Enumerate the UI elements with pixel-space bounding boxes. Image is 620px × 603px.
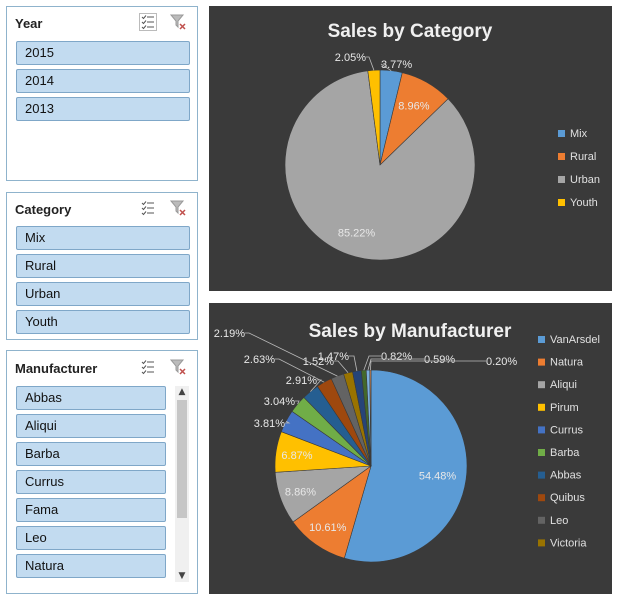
slicer-item-2014[interactable]: 2014 [16,69,190,93]
sales-by-manufacturer-svg: Sales by Manufacturer 54.48% 10.61% 8.86% 6… [214,321,600,563]
legend-item-abbas[interactable]: Abbas [550,470,582,482]
sales-by-category-chart: Sales by Category 3.77% 8.96% 85.22% 2.05% M… [209,6,612,291]
leader-line-pomum [349,355,358,372]
data-label-pirum: 6.87% [281,450,312,462]
legend-item-mix[interactable]: Mix [570,128,588,140]
manufacturer-slicer: Manufacturer Abbas Aliqui Barba Currus F… [6,350,198,594]
scroll-down-arrow-icon[interactable]: ▼ [175,570,189,582]
legend-item-barba[interactable]: Barba [550,447,580,459]
data-label-salvus: 0.59% [424,354,455,366]
legend-swatch-vanarsdel [538,336,545,343]
multi-select-icon[interactable] [139,358,157,376]
scroll-up-arrow-icon[interactable]: ▲ [175,386,189,398]
slicer-item-aliqui[interactable]: Aliqui [16,414,166,438]
data-label-quibus: 2.63% [244,354,275,366]
category-slicer: Category Mix Rural Urban Youth [6,192,198,340]
slicer-item-fama[interactable]: Fama [16,498,166,522]
leader-line-youth [366,56,375,71]
slicer-item-urban[interactable]: Urban [16,282,190,306]
legend-item-currus[interactable]: Currus [550,424,584,436]
legend-item-rural[interactable]: Rural [570,151,596,163]
data-label-vanarsdel: 54.48% [419,470,457,482]
data-label-leo: 2.19% [214,328,245,340]
data-label-aliqui: 8.86% [285,486,316,498]
legend-swatch-barba [538,449,545,456]
legend-item-quibus[interactable]: Quibus [550,492,585,504]
data-label-natura: 10.61% [309,522,347,534]
legend-swatch-quibus [538,494,545,502]
slicer-item-rural[interactable]: Rural [16,254,190,278]
legend-item-vanarsdel[interactable]: VanArsdel [550,334,600,346]
leader-line-fama [363,355,381,371]
legend-item-aliqui[interactable]: Aliqui [550,379,577,391]
slicer-item-currus[interactable]: Currus [16,470,166,494]
data-label-pomum: 1.47% [318,351,349,363]
slicer-item-leo[interactable]: Leo [16,526,166,550]
legend-item-victoria[interactable]: Victoria [550,537,587,549]
clear-filter-icon[interactable] [169,199,187,217]
year-slicer: Year 2015 2014 2013 [6,6,198,181]
data-label-mix: 3.77% [381,59,412,71]
legend-item-youth[interactable]: Youth [570,197,598,209]
data-label-urban: 85.22% [338,227,376,239]
legend-item-pirum[interactable]: Pirum [550,402,579,414]
data-label-abbas: 2.91% [286,375,317,387]
data-label-currus: 3.81% [254,418,285,430]
legend-swatch-aliqui [538,381,545,389]
slicer-item-youth[interactable]: Youth [16,310,190,334]
data-label-palma: 0.20% [486,356,517,368]
chart-title: Sales by Category [328,21,493,42]
chart-title: Sales by Manufacturer [309,321,512,342]
data-label-youth: 2.05% [335,52,366,64]
slicer-item-mix[interactable]: Mix [16,226,190,250]
clear-filter-icon[interactable] [169,358,187,376]
multi-select-icon[interactable] [139,13,157,31]
legend-swatch-pirum [538,403,545,411]
category-slicer-title: Category [15,202,72,217]
sales-by-category-svg: Sales by Category 3.77% 8.96% 85.22% 2.05% M… [284,21,600,261]
legend-swatch-leo [538,516,545,524]
legend-swatch-mix [558,130,565,137]
legend-item-leo[interactable]: Leo [550,515,568,527]
data-label-barba: 3.04% [264,396,295,408]
legend-swatch-youth [558,199,565,206]
year-slicer-title: Year [15,16,43,31]
slicer-item-barba[interactable]: Barba [16,442,166,466]
sales-by-manufacturer-chart: Sales by Manufacturer 54.48% 10.61% 8.86% 6… [209,303,612,594]
multi-select-icon[interactable] [139,199,157,217]
legend-swatch-abbas [538,471,545,479]
legend-swatch-victoria [538,539,545,547]
slicer-item-2013[interactable]: 2013 [16,97,190,121]
slicer-item-2015[interactable]: 2015 [16,41,190,65]
scrollbar-thumb[interactable] [177,400,187,518]
legend-swatch-rural [558,153,565,160]
data-label-rural: 8.96% [398,101,429,113]
legend-item-natura[interactable]: Natura [550,357,584,369]
slicer-item-natura[interactable]: Natura [16,554,166,578]
clear-filter-icon[interactable] [169,13,187,31]
slicer-scrollbar[interactable]: ▲ ▼ [175,386,189,582]
legend-swatch-urban [558,176,565,183]
manufacturer-slicer-title: Manufacturer [15,361,98,376]
legend-swatch-currus [538,426,545,434]
legend-item-urban[interactable]: Urban [570,174,600,186]
legend-swatch-natura [538,358,545,366]
slicer-item-abbas[interactable]: Abbas [16,386,166,410]
